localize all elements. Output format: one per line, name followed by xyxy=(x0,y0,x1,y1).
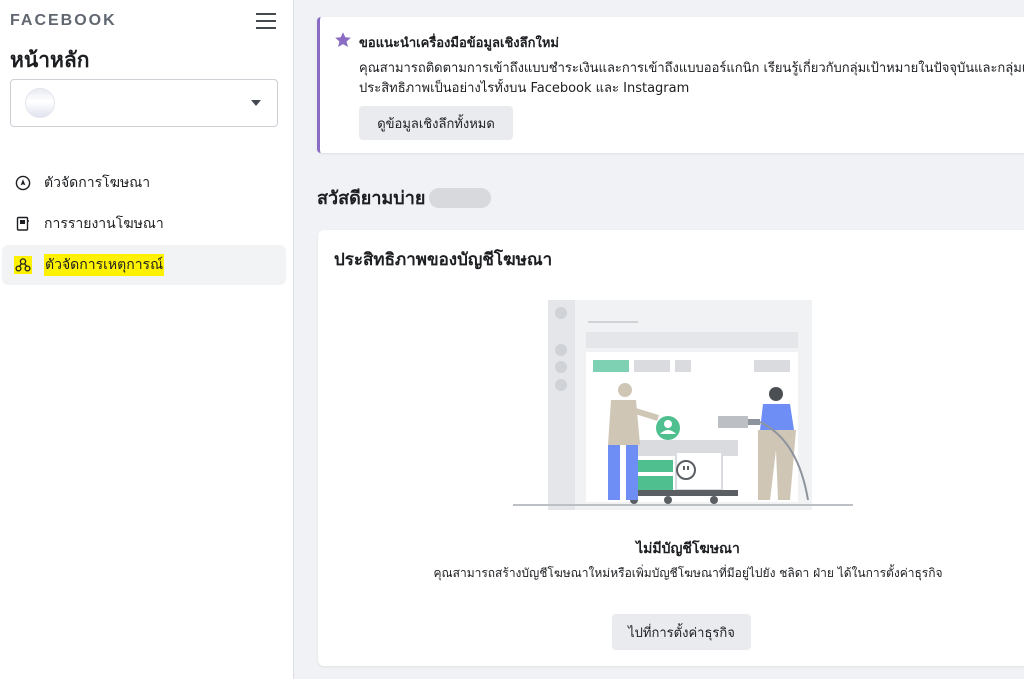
empty-state-description: คุณสามารถสร้างบัญชีโฆษณาใหม่หรือเพิ่มบัญ… xyxy=(433,566,943,580)
page-title: หน้าหลัก xyxy=(10,48,90,72)
go-to-business-settings-button[interactable]: ไปที่การตั้งค่าธุรกิจ xyxy=(612,614,751,650)
empty-state-title: ไม่มีบัญชีโฆษณา xyxy=(636,541,740,557)
star-icon xyxy=(334,31,352,49)
sidebar-item-events-manager[interactable]: ตัวจัดการเหตุการณ์ xyxy=(2,245,286,285)
report-book-icon xyxy=(14,215,32,233)
redacted-user-name xyxy=(429,187,492,208)
sidebar-item-ads-manager[interactable]: ตัวจัดการโฆษณา xyxy=(2,163,286,203)
sidebar-item-ads-reporting[interactable]: การรายงานโฆษณา xyxy=(2,204,286,244)
business-account-select[interactable] xyxy=(10,79,278,127)
card-title: ประสิทธิภาพของบัญชีโฆษณา xyxy=(334,250,553,270)
sidebar-item-label: ตัวจัดการเหตุการณ์ xyxy=(44,254,165,276)
insights-description-line: ประสิทธิภาพเป็นอย่างไรทั้งบน Facebook แล… xyxy=(359,81,690,96)
facebook-logo-text[interactable]: FACEBOOK xyxy=(10,12,117,30)
insights-announcement-card: ขอแนะนำเครื่องมือข้อมูลเชิงลึกใหม่ คุณสา… xyxy=(317,17,1024,153)
insights-description-line: คุณสามารถติดตามการเข้าถึงแบบชำระเงินและก… xyxy=(359,61,1024,76)
avatar xyxy=(25,88,55,118)
insights-title: ขอแนะนำเครื่องมือข้อมูลเชิงลึกใหม่ xyxy=(359,36,559,51)
compass-icon xyxy=(14,174,32,192)
sidebar-item-label: การรายงานโฆษณา xyxy=(44,216,164,232)
view-all-insights-button[interactable]: ดูข้อมูลเชิงลึกทั้งหมด xyxy=(359,106,513,140)
greeting-text: สวัสดียามบ่าย xyxy=(317,188,426,209)
sidebar-nav: ตัวจัดการโฆษณา การรายงานโฆษณา ตัวจัดการเ… xyxy=(2,163,286,286)
empty-state-illustration xyxy=(513,300,853,510)
hamburger-menu-icon[interactable] xyxy=(256,12,276,30)
insights-description: คุณสามารถติดตามการเข้าถึงแบบชำระเงินและก… xyxy=(359,59,1024,99)
events-network-icon xyxy=(14,256,32,274)
ad-account-performance-card: ประสิทธิภาพของบัญชีโฆษณา ไม่มีบัญชีโฆษณา… xyxy=(318,230,1024,666)
caret-down-icon xyxy=(251,100,261,106)
sidebar: FACEBOOK หน้าหลัก ตัวจัดการโฆษณา การรายง… xyxy=(0,0,294,679)
sidebar-item-label: ตัวจัดการโฆษณา xyxy=(44,175,151,191)
greeting-heading: สวัสดียามบ่าย xyxy=(317,183,492,212)
